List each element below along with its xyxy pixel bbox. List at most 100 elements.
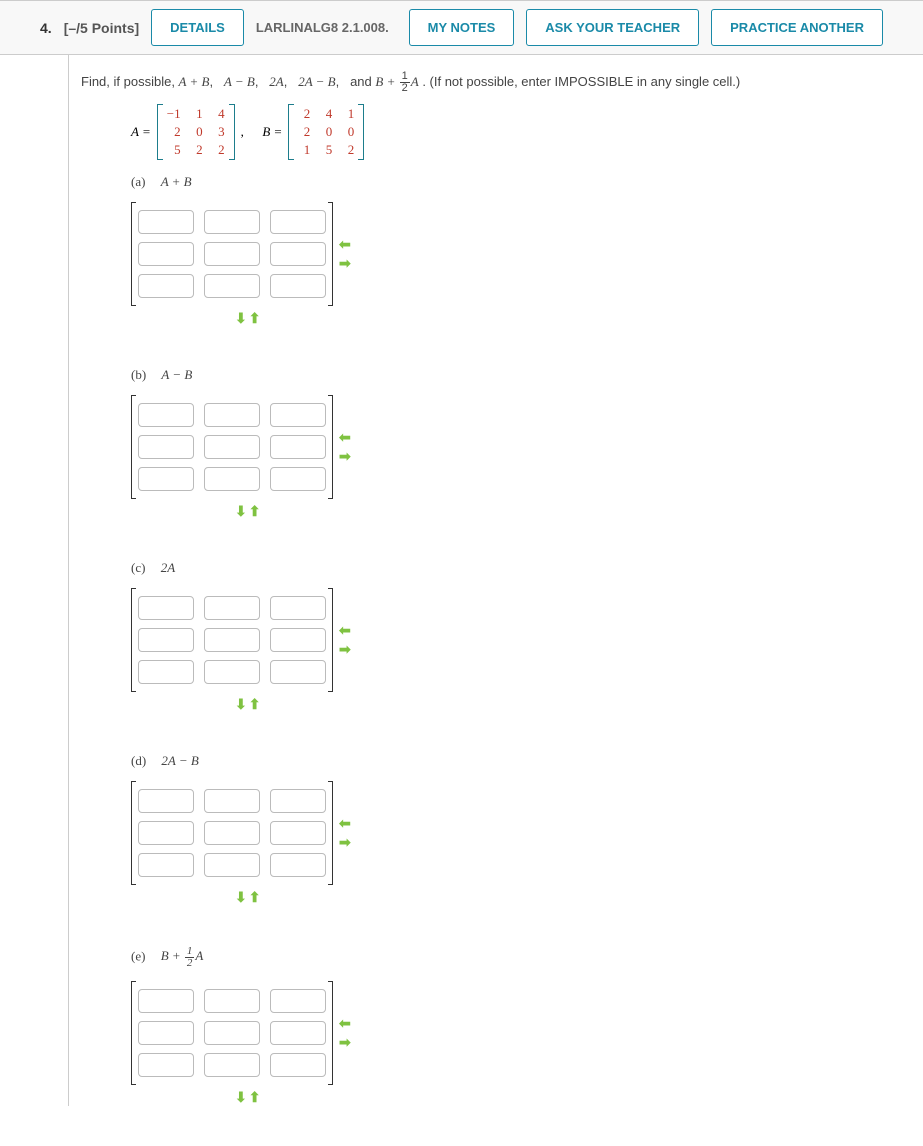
matrix-a: −114 203 522 <box>157 104 235 160</box>
cell-d-0-1[interactable] <box>204 789 260 813</box>
assignment-id: LARLINALG8 2.1.008. <box>256 20 389 35</box>
matrix-b: 241 200 152 <box>288 104 364 160</box>
remove-row-icon[interactable]: ⬆ <box>249 503 261 520</box>
remove-col-icon[interactable]: ⬅ <box>339 429 351 446</box>
cell-c-1-2[interactable] <box>270 628 326 652</box>
add-col-icon[interactable]: ➡ <box>339 255 351 272</box>
cell-e-2-2[interactable] <box>270 1053 326 1077</box>
add-row-icon[interactable]: ⬇ <box>235 1089 247 1106</box>
remove-row-icon[interactable]: ⬆ <box>249 889 261 906</box>
remove-col-icon[interactable]: ⬅ <box>339 622 351 639</box>
add-col-icon[interactable]: ➡ <box>339 1034 351 1051</box>
question-header: 4. [–/5 Points] DETAILS LARLINALG8 2.1.0… <box>0 0 923 55</box>
cell-a-1-2[interactable] <box>270 242 326 266</box>
part-c: (c) 2A ⬅ ➡ ⬇ ⬆ <box>131 560 923 713</box>
part-d: (d) 2A − B ⬅ ➡ ⬇ ⬆ <box>131 753 923 906</box>
cell-b-2-2[interactable] <box>270 467 326 491</box>
cell-e-1-1[interactable] <box>204 1021 260 1045</box>
part-c-expr: 2A <box>161 560 175 575</box>
add-row-icon[interactable]: ⬇ <box>235 696 247 713</box>
given-matrices: A = −114 203 522 , B = 241 200 152 <box>131 104 923 160</box>
add-row-icon[interactable]: ⬇ <box>235 503 247 520</box>
remove-row-icon[interactable]: ⬆ <box>249 696 261 713</box>
practice-another-button[interactable]: PRACTICE ANOTHER <box>711 9 883 46</box>
cell-c-2-1[interactable] <box>204 660 260 684</box>
part-d-label: (d) <box>131 753 146 768</box>
cell-e-1-2[interactable] <box>270 1021 326 1045</box>
cell-b-1-0[interactable] <box>138 435 194 459</box>
points-label: [–/5 Points] <box>64 20 139 36</box>
part-d-expr: 2A − B <box>161 753 198 768</box>
fraction: 12 <box>400 71 410 94</box>
cell-a-0-1[interactable] <box>204 210 260 234</box>
add-col-icon[interactable]: ➡ <box>339 641 351 658</box>
cell-c-0-1[interactable] <box>204 596 260 620</box>
cell-c-2-0[interactable] <box>138 660 194 684</box>
add-row-icon[interactable]: ⬇ <box>235 310 247 327</box>
fraction: 12 <box>185 946 195 969</box>
cell-e-2-1[interactable] <box>204 1053 260 1077</box>
cell-e-1-0[interactable] <box>138 1021 194 1045</box>
cell-d-1-2[interactable] <box>270 821 326 845</box>
add-col-icon[interactable]: ➡ <box>339 834 351 851</box>
cell-a-2-2[interactable] <box>270 274 326 298</box>
cell-c-2-2[interactable] <box>270 660 326 684</box>
cell-a-2-0[interactable] <box>138 274 194 298</box>
cell-b-0-1[interactable] <box>204 403 260 427</box>
cell-b-0-0[interactable] <box>138 403 194 427</box>
part-a-expr: A + B <box>161 174 192 189</box>
cell-c-0-0[interactable] <box>138 596 194 620</box>
cell-e-2-0[interactable] <box>138 1053 194 1077</box>
cell-a-0-2[interactable] <box>270 210 326 234</box>
cell-d-2-2[interactable] <box>270 853 326 877</box>
part-e: (e) B + 12A ⬅ ➡ ⬇ ⬆ <box>131 946 923 1106</box>
part-e-label: (e) <box>131 948 145 963</box>
matrix-b-label: B = <box>262 124 282 140</box>
cell-e-0-0[interactable] <box>138 989 194 1013</box>
cell-a-1-0[interactable] <box>138 242 194 266</box>
cell-b-1-1[interactable] <box>204 435 260 459</box>
cell-d-0-0[interactable] <box>138 789 194 813</box>
cell-d-0-2[interactable] <box>270 789 326 813</box>
cell-d-2-1[interactable] <box>204 853 260 877</box>
answer-matrix-c <box>131 588 333 692</box>
cell-b-2-1[interactable] <box>204 467 260 491</box>
cell-d-1-0[interactable] <box>138 821 194 845</box>
cell-b-1-2[interactable] <box>270 435 326 459</box>
add-row-icon[interactable]: ⬇ <box>235 889 247 906</box>
answer-matrix-e <box>131 981 333 1085</box>
part-a: (a) A + B ⬅ ➡ ⬇ ⬆ <box>131 174 923 327</box>
cell-d-2-0[interactable] <box>138 853 194 877</box>
remove-col-icon[interactable]: ⬅ <box>339 815 351 832</box>
matrix-a-label: A = <box>131 124 151 140</box>
cell-a-0-0[interactable] <box>138 210 194 234</box>
cell-c-1-1[interactable] <box>204 628 260 652</box>
remove-row-icon[interactable]: ⬆ <box>249 310 261 327</box>
ask-teacher-button[interactable]: ASK YOUR TEACHER <box>526 9 699 46</box>
question-text: Find, if possible, A + B, A − B, 2A, 2A … <box>81 71 923 94</box>
cell-e-0-2[interactable] <box>270 989 326 1013</box>
cell-e-0-1[interactable] <box>204 989 260 1013</box>
part-a-label: (a) <box>131 174 145 189</box>
cell-b-0-2[interactable] <box>270 403 326 427</box>
cell-c-1-0[interactable] <box>138 628 194 652</box>
answer-matrix-a <box>131 202 333 306</box>
cell-a-2-1[interactable] <box>204 274 260 298</box>
part-c-label: (c) <box>131 560 145 575</box>
add-col-icon[interactable]: ➡ <box>339 448 351 465</box>
remove-col-icon[interactable]: ⬅ <box>339 236 351 253</box>
cell-a-1-1[interactable] <box>204 242 260 266</box>
answer-matrix-b <box>131 395 333 499</box>
details-button[interactable]: DETAILS <box>151 9 244 46</box>
part-b-expr: A − B <box>161 367 192 382</box>
cell-b-2-0[interactable] <box>138 467 194 491</box>
cell-d-1-1[interactable] <box>204 821 260 845</box>
my-notes-button[interactable]: MY NOTES <box>409 9 515 46</box>
part-b-label: (b) <box>131 367 146 382</box>
remove-row-icon[interactable]: ⬆ <box>249 1089 261 1106</box>
part-e-expr: B + 12A <box>161 948 204 963</box>
answer-matrix-d <box>131 781 333 885</box>
part-b: (b) A − B ⬅ ➡ ⬇ ⬆ <box>131 367 923 520</box>
question-body: Find, if possible, A + B, A − B, 2A, 2A … <box>68 55 923 1106</box>
cell-c-0-2[interactable] <box>270 596 326 620</box>
